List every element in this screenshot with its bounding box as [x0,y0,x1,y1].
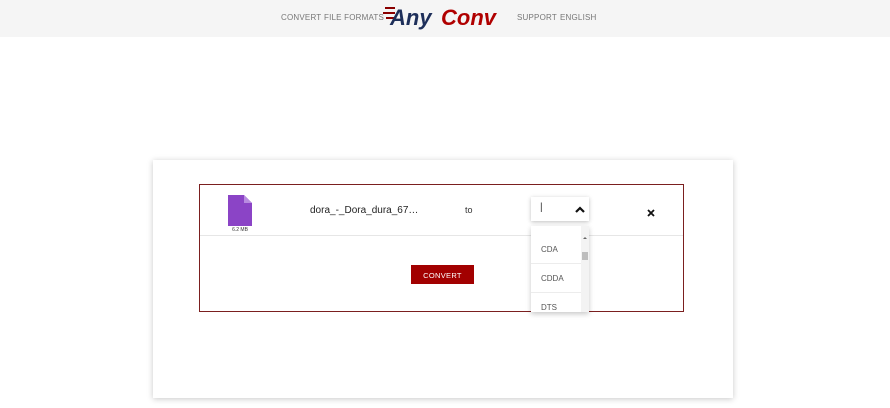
close-icon[interactable] [646,205,656,217]
row-divider [200,235,683,236]
nav-file-formats[interactable]: FILE FORMATS [324,13,384,22]
logo-text-conv: Conv [441,5,498,30]
convert-button[interactable]: CONVERT [411,265,474,284]
converter-panel: 6.2 MB dora_-_Dora_dura_67… to | CDA CDD… [199,184,684,312]
nav-support[interactable]: SUPPORT [517,13,557,22]
scroll-up-icon[interactable] [582,228,588,239]
file-name: dora_-_Dora_dura_67… [310,205,419,216]
chevron-up-icon[interactable] [574,203,586,215]
nav-convert[interactable]: CONVERT [281,13,321,22]
header: CONVERT FILE FORMATS Any Conv SUPPORT EN… [0,0,890,37]
scroll-down-icon[interactable] [582,304,588,310]
logo-text-any: Any [389,5,433,30]
format-select-value: | [540,202,543,213]
to-label: to [465,205,473,215]
file-icon [228,195,252,226]
scroll-thumb[interactable] [582,252,588,260]
format-dropdown[interactable]: CDA CDDA DTS [531,226,589,312]
nav-english[interactable]: ENGLISH [560,13,597,22]
format-option[interactable]: DTS [531,293,581,312]
format-select[interactable]: | [531,197,589,221]
anyconv-logo[interactable]: Any Conv [383,4,501,32]
file-size: 6.2 MB [232,227,248,233]
format-option[interactable]: CDDA [531,264,581,293]
dropdown-scrollbar[interactable] [581,226,589,312]
format-option[interactable]: CDA [531,235,581,264]
